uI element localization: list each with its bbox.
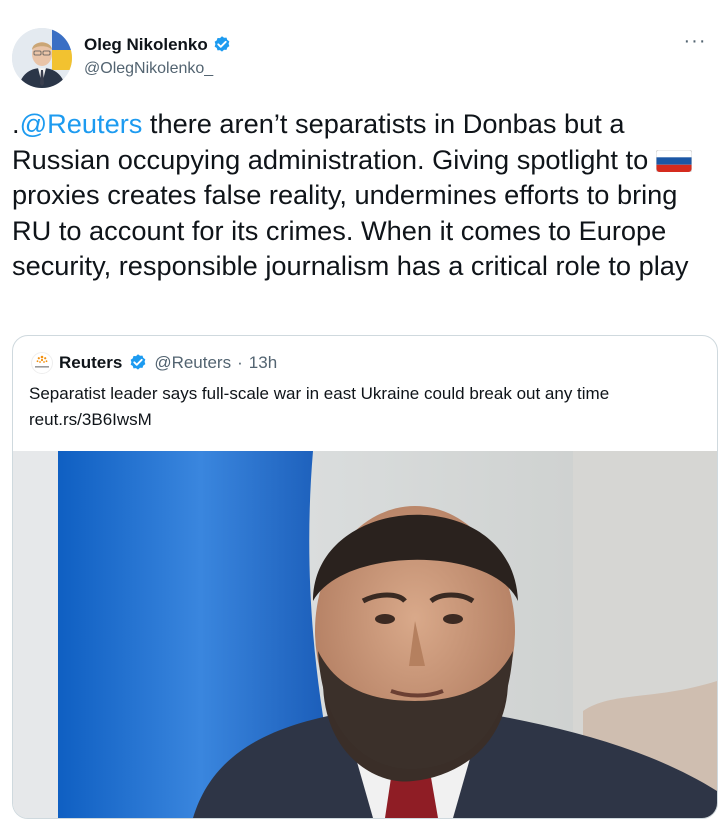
reuters-logo-icon — [31, 352, 53, 374]
verified-badge-icon — [128, 353, 148, 373]
tweet-text-part2: proxies creates false reality, undermine… — [12, 179, 689, 281]
quoted-text-body: Separatist leader says full-scale war in… — [29, 384, 610, 403]
quoted-display-name[interactable]: Reuters — [59, 353, 122, 373]
quoted-tweet[interactable]: Reuters @Reuters · 13h Separatist leader… — [12, 335, 718, 819]
author-avatar[interactable] — [12, 28, 72, 88]
author-handle[interactable]: @OlegNikolenko_ — [84, 60, 232, 78]
quoted-media-image[interactable] — [13, 451, 717, 818]
quoted-text: Separatist leader says full-scale war in… — [29, 381, 709, 433]
mention-link[interactable]: @Reuters — [20, 108, 143, 139]
quoted-separator: · — [237, 353, 243, 372]
quoted-handle[interactable]: @Reuters — [154, 353, 231, 373]
tweet-text: .@Reuters there aren’t separatists in Do… — [12, 106, 712, 284]
quoted-time[interactable]: 13h — [249, 353, 277, 373]
russia-flag-icon — [655, 145, 693, 172]
more-icon[interactable]: ··· — [680, 31, 710, 54]
quoted-link[interactable]: reut.rs/3B6IwsM — [29, 407, 709, 433]
author-display-name[interactable]: Oleg Nikolenko — [84, 35, 208, 55]
tweet-header: Oleg Nikolenko @OlegNikolenko_ ··· — [12, 28, 710, 90]
tweet-text-prefix: . — [12, 108, 20, 139]
verified-badge-icon — [212, 35, 232, 55]
